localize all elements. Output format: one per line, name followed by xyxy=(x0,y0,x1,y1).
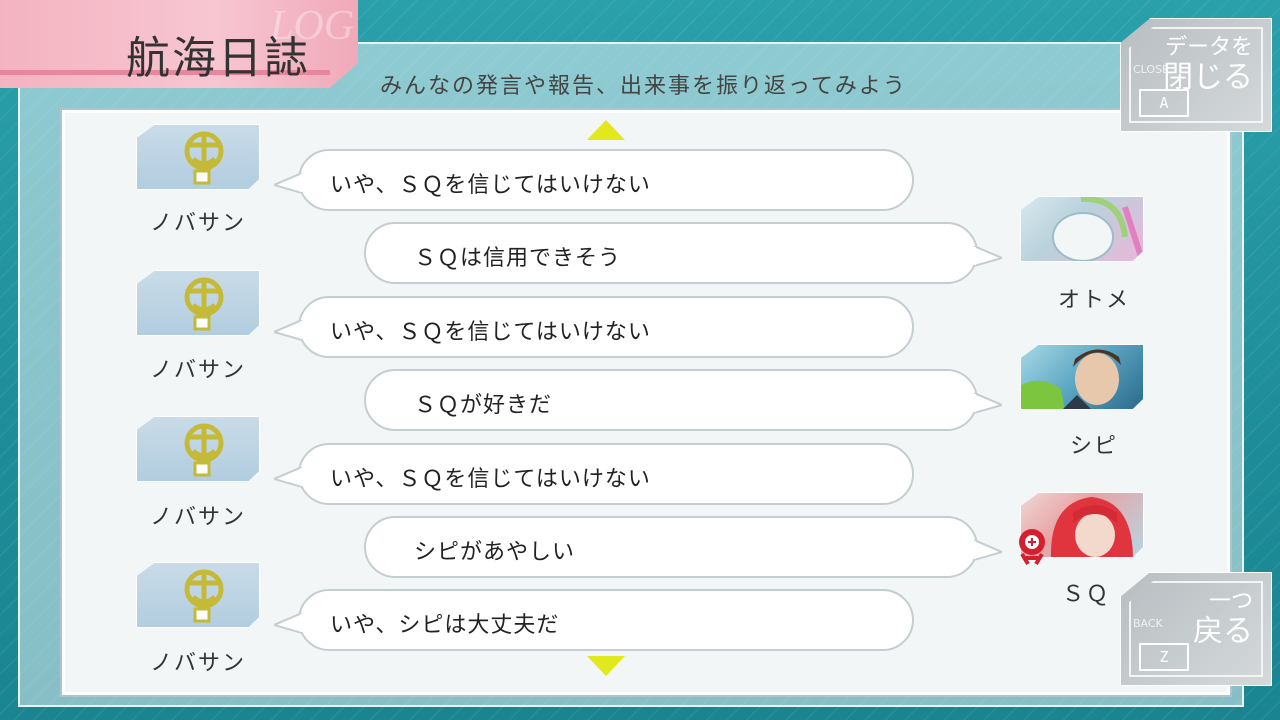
otome-avatar xyxy=(1020,196,1144,262)
nobasan-avatar xyxy=(136,562,260,628)
back-button-label-bottom: 戻る xyxy=(1193,614,1253,649)
back-button-label: 一つ 戻る xyxy=(1193,587,1253,647)
log-text: ＳＱが好きだ xyxy=(414,393,553,418)
shibi-portrait xyxy=(1021,349,1121,409)
scroll-down-icon[interactable] xyxy=(587,656,625,676)
back-button-label-top: 一つ xyxy=(1208,589,1253,614)
close-button-key: A xyxy=(1139,89,1189,117)
sq-skull-badge-icon xyxy=(1019,529,1045,566)
speaker-name: ＳＱ xyxy=(1061,582,1110,607)
close-button-label: データを 閉じる xyxy=(1163,33,1253,93)
otome-portrait xyxy=(1052,197,1143,261)
speaker-name: オトメ xyxy=(1057,288,1130,313)
bubble-tail xyxy=(274,467,302,489)
nobasan-emblem-icon xyxy=(184,131,224,185)
log-bubble: ＳＱが好きだ xyxy=(364,369,1002,431)
log-bubble: いや、ＳＱを信じてはいけない xyxy=(274,149,914,211)
log-text: いや、ＳＱを信じてはいけない xyxy=(330,173,651,198)
log-bubble: いや、シピは大丈夫だ xyxy=(274,589,914,651)
speaker-name: ノバサン xyxy=(149,505,246,530)
scroll-up-icon[interactable] xyxy=(587,120,625,140)
speaker-name: ノバサン xyxy=(149,651,246,676)
bubble-tail xyxy=(974,540,1002,562)
log-bubble: ＳＱは信用できそう xyxy=(364,222,1002,284)
log-bubble: いや、ＳＱを信じてはいけない xyxy=(274,443,914,505)
bubble-tail xyxy=(274,613,302,635)
close-button-label-top: データを xyxy=(1164,35,1253,60)
speaker-name: ノバサン xyxy=(149,358,246,383)
nobasan-avatar xyxy=(136,270,260,336)
log-text: シピがあやしい xyxy=(414,540,576,565)
log-text: いや、シピは大丈夫だ xyxy=(330,613,560,638)
back-button-key: Z xyxy=(1139,643,1189,671)
log-text: いや、ＳＱを信じてはいけない xyxy=(330,467,651,492)
close-data-button[interactable]: CLOSE データを 閉じる A xyxy=(1120,18,1272,132)
log-bubble: シピがあやしい xyxy=(364,516,1002,578)
bubble-tail xyxy=(974,246,1002,268)
nobasan-emblem-icon xyxy=(184,569,224,623)
nobasan-avatar xyxy=(136,124,260,190)
back-button-caption: BACK xyxy=(1133,617,1163,630)
bubble-tail xyxy=(274,173,302,195)
nobasan-emblem-icon xyxy=(184,423,224,477)
log-text: ＳＱは信用できそう xyxy=(414,246,622,271)
bubble-tail xyxy=(974,393,1002,415)
page-title: 航海日誌 xyxy=(126,33,310,84)
log-text: いや、ＳＱを信じてはいけない xyxy=(330,320,651,345)
speaker-name: シピ xyxy=(1069,434,1118,459)
page-subtitle: みんなの発言や報告、出来事を振り返ってみよう xyxy=(380,74,907,99)
log-bubble: いや、ＳＱを信じてはいけない xyxy=(274,296,914,358)
shibi-avatar xyxy=(1020,344,1144,410)
speaker-name: ノバサン xyxy=(149,211,246,236)
bubble-tail xyxy=(274,320,302,342)
nobasan-emblem-icon xyxy=(184,277,224,331)
nobasan-avatar xyxy=(136,416,260,482)
